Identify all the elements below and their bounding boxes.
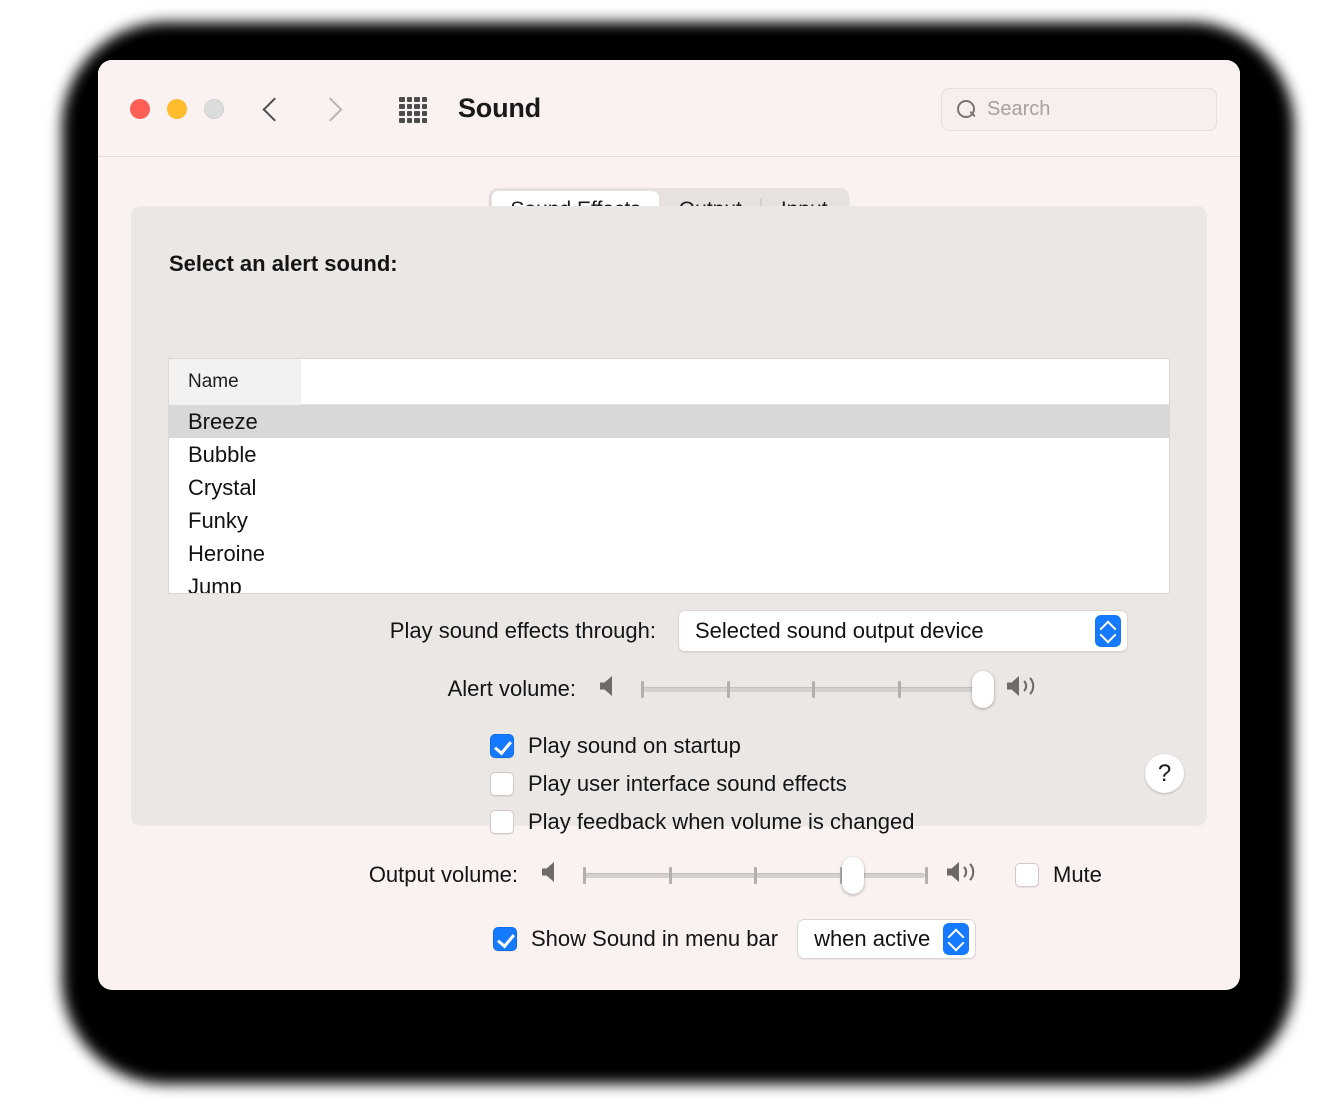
checkbox-show-sound-in-menu-bar[interactable] — [493, 927, 517, 951]
tick — [925, 866, 928, 884]
column-header-name[interactable]: Name — [169, 359, 301, 405]
zoom-button[interactable] — [204, 99, 224, 119]
speaker-loud-icon — [945, 858, 989, 891]
alert-sound-list[interactable]: Name Breeze Bubble Crystal Funky Heroine… — [168, 358, 1170, 594]
alert-volume-track[interactable] — [641, 670, 994, 708]
page-title: Sound — [458, 93, 541, 123]
sound-preferences-window: Sound Search Sound Effects Output Input … — [98, 60, 1240, 990]
checkbox-label: Play sound on startup — [528, 733, 741, 758]
alert-volume-row: Alert volume: — [131, 670, 1207, 708]
tick — [641, 680, 644, 698]
help-question-icon[interactable]: ? — [1145, 754, 1184, 793]
list-item[interactable]: Breeze — [169, 405, 1169, 438]
speaker-loud-icon — [1005, 672, 1049, 705]
checkbox-play-sound-on-startup[interactable] — [490, 734, 514, 758]
list-item[interactable]: Jump — [169, 570, 1169, 594]
window-toolbar: Sound Search — [98, 60, 1240, 157]
navigation-arrows — [263, 92, 339, 126]
checkbox-label: Play feedback when volume is changed — [528, 809, 915, 834]
chevron-right-icon[interactable] — [319, 92, 339, 126]
checkbox-row-startup[interactable]: Play sound on startup — [490, 733, 741, 759]
tick — [726, 680, 730, 698]
checkbox-mute[interactable] — [1015, 862, 1039, 887]
sound-effects-panel: Select an alert sound: Name Breeze Bubbl… — [131, 206, 1207, 834]
output-volume-track[interactable] — [583, 856, 928, 894]
tick — [754, 866, 757, 884]
search-icon — [955, 99, 977, 121]
chevron-up-down-icon[interactable] — [943, 923, 970, 955]
chevron-left-icon[interactable] — [263, 92, 283, 126]
search-field[interactable]: Search — [941, 88, 1217, 131]
mute-label: Mute — [1053, 861, 1102, 887]
play-through-value: Selected sound output device — [695, 618, 984, 643]
output-volume-row: Output volume: Mute — [98, 856, 1240, 894]
checkbox-play-feedback-volume-changed[interactable] — [490, 810, 514, 834]
play-through-row: Play sound effects through: Selected sou… — [131, 610, 1207, 652]
screenshot-stage: Sound Search Sound Effects Output Input … — [0, 0, 1340, 1118]
alert-volume-label: Alert volume: — [447, 675, 576, 701]
output-volume-label: Output volume: — [368, 861, 518, 887]
menu-bar-visibility-popup[interactable]: when active — [797, 919, 977, 959]
list-item[interactable]: Heroine — [169, 537, 1169, 570]
traffic-lights — [130, 99, 224, 119]
output-volume-slider[interactable]: Mute — [540, 856, 1102, 894]
menu-bar-label: Show Sound in menu bar — [531, 926, 779, 951]
list-item[interactable]: Bubble — [169, 438, 1169, 471]
speaker-quiet-icon — [598, 673, 626, 704]
tick — [812, 680, 815, 698]
checkbox-label: Play user interface sound effects — [528, 771, 847, 796]
checkbox-row-ui-effects[interactable]: Play user interface sound effects — [490, 771, 847, 797]
menu-bar-row: Show Sound in menu bar when active — [493, 919, 977, 959]
play-through-popup[interactable]: Selected sound output device — [678, 610, 1128, 652]
list-header: Name — [169, 359, 1169, 405]
list-item[interactable]: Crystal — [169, 471, 1169, 504]
checkbox-row-volume-feedback[interactable]: Play feedback when volume is changed — [490, 809, 914, 835]
alert-volume-thumb[interactable] — [972, 670, 994, 708]
show-all-grid-icon[interactable] — [395, 95, 431, 125]
speaker-quiet-icon — [540, 859, 568, 890]
tick — [583, 866, 586, 884]
play-through-label: Play sound effects through: — [389, 618, 656, 643]
output-volume-thumb[interactable] — [842, 856, 865, 894]
minimize-button[interactable] — [167, 99, 187, 119]
tick — [897, 680, 901, 698]
alert-volume-slider[interactable] — [598, 670, 1049, 708]
list-item[interactable]: Funky — [169, 504, 1169, 537]
search-placeholder: Search — [987, 98, 1051, 120]
chevron-up-down-icon[interactable] — [1095, 615, 1121, 647]
tick — [668, 866, 672, 884]
mute-row[interactable]: Mute — [1015, 862, 1102, 888]
close-button[interactable] — [130, 99, 150, 119]
select-alert-sound-label: Select an alert sound: — [169, 251, 398, 276]
menu-bar-visibility-value: when active — [814, 926, 931, 951]
checkbox-play-ui-sound-effects[interactable] — [490, 772, 514, 796]
